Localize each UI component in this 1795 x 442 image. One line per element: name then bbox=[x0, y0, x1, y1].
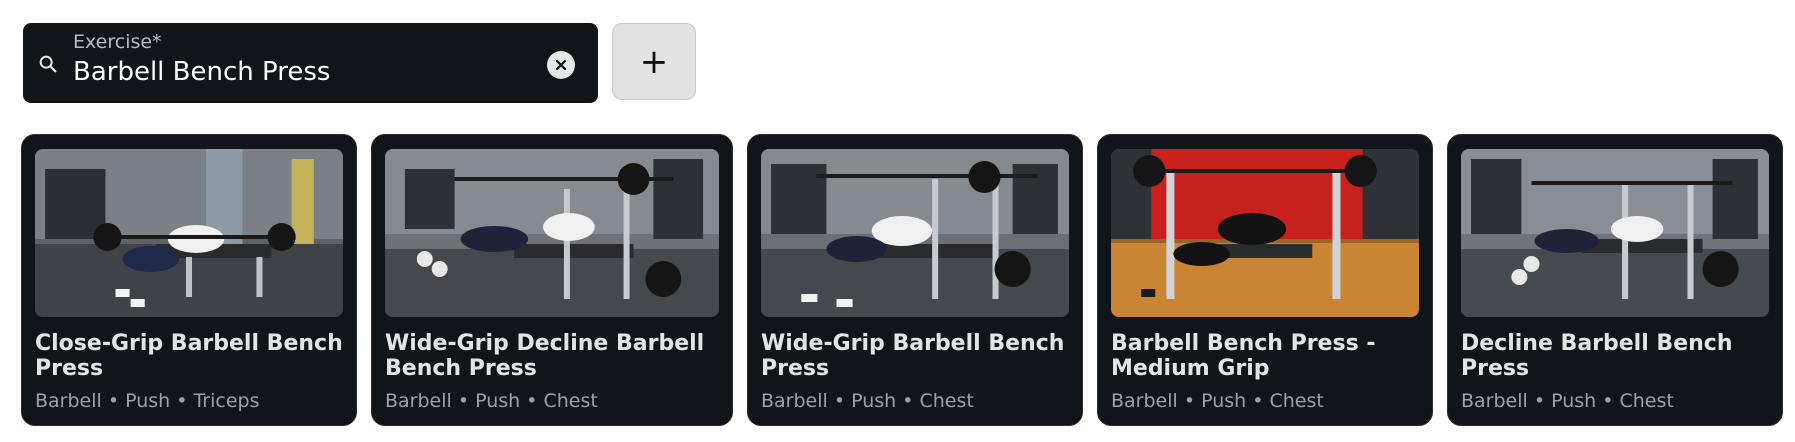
decline-bench-press-photo bbox=[1461, 149, 1769, 317]
clear-icon[interactable] bbox=[547, 51, 575, 79]
exercise-card-title: Barbell Bench Press - Medium Grip bbox=[1111, 331, 1376, 381]
exercise-search-field[interactable]: Exercise* Barbell Bench Press bbox=[23, 23, 598, 103]
close-grip-bench-press-photo bbox=[35, 149, 343, 317]
exercise-card-meta: Barbell • Push • Chest bbox=[385, 390, 598, 412]
exercise-card[interactable]: Barbell Bench Press - Medium Grip Barbel… bbox=[1097, 134, 1433, 426]
exercise-card-meta: Barbell • Push • Triceps bbox=[35, 390, 260, 412]
exercise-field-label: Exercise* bbox=[73, 31, 162, 53]
exercise-card-meta: Barbell • Push • Chest bbox=[761, 390, 974, 412]
exercise-card-meta: Barbell • Push • Chest bbox=[1461, 390, 1674, 412]
exercise-card-title: Decline Barbell Bench Press bbox=[1461, 331, 1733, 381]
exercise-card-meta: Barbell • Push • Chest bbox=[1111, 390, 1324, 412]
medium-grip-bench-press-photo bbox=[1111, 149, 1419, 317]
plus-icon: + bbox=[639, 41, 669, 82]
exercise-card-title: Wide-Grip Decline Barbell Bench Press bbox=[385, 331, 705, 381]
search-icon bbox=[39, 55, 57, 73]
exercise-card-title: Wide-Grip Barbell Bench Press bbox=[761, 331, 1065, 381]
exercise-card-title: Close-Grip Barbell Bench Press bbox=[35, 331, 343, 381]
exercise-card[interactable]: Decline Barbell Bench Press Barbell • Pu… bbox=[1447, 134, 1783, 426]
exercise-card[interactable]: Wide-Grip Decline Barbell Bench Press Ba… bbox=[371, 134, 733, 426]
add-exercise-button[interactable]: + bbox=[612, 23, 696, 100]
exercise-results-list: Close-Grip Barbell Bench Press Barbell •… bbox=[21, 134, 1786, 426]
wide-grip-decline-bench-press-photo bbox=[385, 149, 719, 317]
wide-grip-bench-press-photo bbox=[761, 149, 1069, 317]
exercise-card[interactable]: Close-Grip Barbell Bench Press Barbell •… bbox=[21, 134, 357, 426]
exercise-card[interactable]: Wide-Grip Barbell Bench Press Barbell • … bbox=[747, 134, 1083, 426]
exercise-field-value[interactable]: Barbell Bench Press bbox=[73, 57, 330, 87]
search-row: Exercise* Barbell Bench Press + bbox=[23, 23, 696, 103]
